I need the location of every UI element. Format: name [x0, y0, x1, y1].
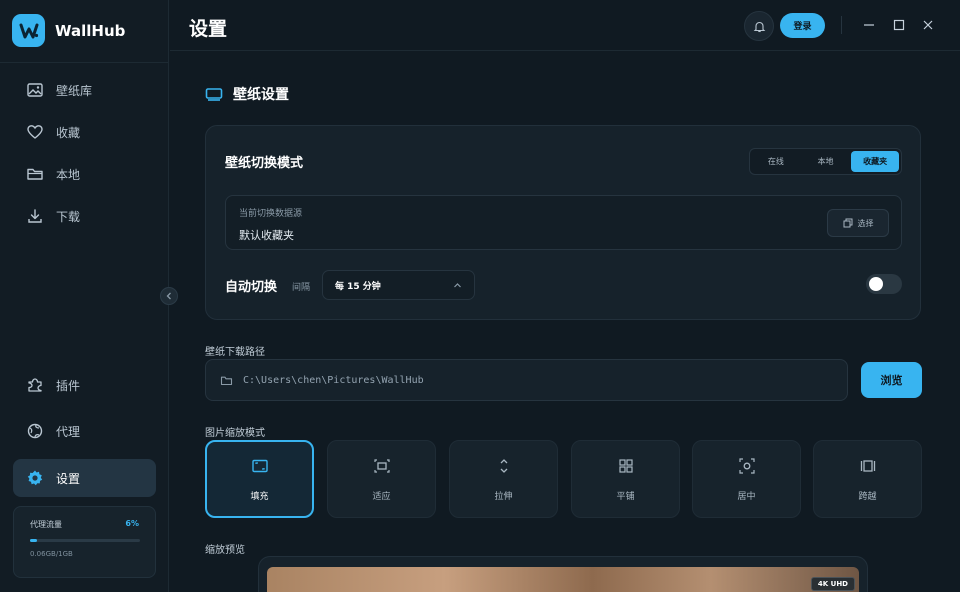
fit-icon: [373, 458, 390, 473]
divider: [841, 16, 842, 34]
download-icon: [28, 209, 42, 223]
scale-option-label: 居中: [737, 491, 756, 502]
sidebar-item-label: 设置: [56, 471, 81, 486]
scale-preview-frame: 4K UHD: [258, 556, 868, 592]
download-path-value: C:\Users\chen\Pictures\WallHub: [243, 374, 424, 386]
traffic-progress-fill: [30, 539, 37, 542]
folder-icon: [27, 168, 43, 180]
maximize-icon: [893, 19, 905, 31]
brand[interactable]: WallHub: [12, 14, 125, 47]
center-icon: [738, 457, 755, 474]
heart-icon: [27, 125, 43, 139]
sidebar-item-label: 收藏: [56, 125, 81, 140]
sidebar-item-plugins[interactable]: 插件: [13, 366, 156, 404]
wallpaper-settings-card: 壁纸切换模式 在线 本地 收藏夹 当前切换数据源 默认收藏夹 选择 自动切换 间…: [205, 125, 921, 320]
copy-icon: [843, 218, 852, 228]
sidebar-item-local[interactable]: 本地: [13, 155, 156, 193]
traffic-amount: 0.06GB/1GB: [30, 550, 73, 558]
auto-switch-toggle[interactable]: [866, 274, 902, 294]
switch-mode-favorites[interactable]: 收藏夹: [851, 151, 900, 172]
sidebar-item-label: 插件: [56, 378, 81, 393]
download-path-label: 壁纸下载路径: [205, 347, 265, 358]
preview-label: 缩放预览: [205, 545, 245, 556]
chevron-up-icon: [454, 282, 461, 287]
tile-icon: [618, 458, 633, 473]
data-source-box: 当前切换数据源 默认收藏夹 选择: [225, 195, 902, 250]
divider: [0, 62, 169, 63]
close-icon: [923, 20, 933, 30]
browse-button[interactable]: 浏览: [861, 362, 922, 398]
sidebar-item-label: 本地: [56, 167, 81, 182]
traffic-percent: 6%: [125, 519, 139, 528]
scale-option-tile[interactable]: 平铺: [571, 440, 680, 518]
scale-option-label: 平铺: [616, 491, 635, 502]
interval-value: 每 15 分钟: [335, 281, 381, 292]
notifications-button[interactable]: [744, 11, 774, 41]
sidebar-item-label: 代理: [56, 424, 81, 439]
sidebar-item-downloads[interactable]: 下载: [13, 197, 156, 235]
login-button[interactable]: 登录: [780, 13, 825, 38]
sidebar-item-proxy[interactable]: 代理: [13, 412, 156, 450]
wallhub-logo-icon: [12, 14, 45, 47]
switch-mode-label: 壁纸切换模式: [225, 156, 304, 171]
switch-mode-online[interactable]: 在线: [752, 151, 800, 172]
globe-icon: [27, 423, 43, 439]
section-header: 壁纸设置: [205, 84, 289, 104]
image-icon: [27, 83, 43, 97]
minimize-button[interactable]: [861, 17, 877, 33]
sidebar-item-label: 下载: [56, 209, 81, 224]
select-source-button[interactable]: 选择: [827, 209, 889, 237]
sidebar-item-label: 壁纸库: [56, 83, 93, 98]
sidebar: WallHub 壁纸库 收藏 本地 下载 插件 代理 设置 代理流量 6% 0.: [0, 0, 169, 592]
scale-option-label: 填充: [250, 491, 269, 502]
download-path-input[interactable]: C:\Users\chen\Pictures\WallHub: [205, 359, 848, 401]
scale-mode-label: 图片缩放模式: [205, 428, 265, 439]
stretch-icon: [500, 458, 507, 473]
data-source-caption: 当前切换数据源: [239, 209, 303, 219]
resolution-badge: 4K UHD: [810, 577, 855, 591]
select-source-label: 选择: [857, 218, 874, 228]
auto-switch-label: 自动切换: [225, 280, 278, 295]
gear-icon: [27, 470, 43, 486]
sidebar-item-wallpapers[interactable]: 壁纸库: [13, 71, 156, 109]
minimize-icon: [864, 24, 874, 26]
proxy-traffic-card: 代理流量 6% 0.06GB/1GB: [13, 506, 156, 578]
fill-icon: [251, 459, 268, 472]
interval-label: 间隔: [292, 283, 311, 293]
scale-option-stretch[interactable]: 拉伸: [449, 440, 558, 518]
traffic-label: 代理流量: [30, 520, 62, 529]
bell-icon: [753, 21, 765, 32]
sidebar-item-favorites[interactable]: 收藏: [13, 113, 156, 151]
folder-icon: [220, 376, 233, 385]
scale-option-label: 跨越: [858, 491, 877, 502]
switch-mode-segmented-control: 在线 本地 收藏夹: [749, 148, 902, 175]
switch-mode-local[interactable]: 本地: [802, 151, 850, 172]
scale-option-fit[interactable]: 适应: [327, 440, 436, 518]
preview-image: [267, 567, 859, 592]
scale-option-label: 适应: [372, 491, 391, 502]
scale-option-span[interactable]: 跨越: [813, 440, 922, 518]
monitor-icon: [205, 88, 223, 101]
toggle-knob: [869, 277, 883, 291]
close-button[interactable]: [920, 17, 936, 33]
scale-option-center[interactable]: 居中: [692, 440, 801, 518]
scale-option-fill[interactable]: 填充: [205, 440, 314, 518]
collapse-sidebar-button[interactable]: [160, 287, 178, 305]
puzzle-icon: [28, 378, 42, 392]
data-source-value: 默认收藏夹: [239, 229, 294, 242]
span-icon: [860, 459, 875, 472]
section-title: 壁纸设置: [233, 87, 289, 103]
traffic-progress-bar: [30, 539, 140, 542]
maximize-button[interactable]: [891, 17, 907, 33]
topbar: 设置 登录: [170, 0, 960, 51]
sidebar-item-settings[interactable]: 设置: [13, 459, 156, 497]
interval-select[interactable]: 每 15 分钟: [322, 270, 475, 300]
app-name: WallHub: [55, 21, 126, 40]
chevron-left-icon: [166, 292, 171, 300]
page-title: 设置: [189, 18, 228, 40]
scale-option-label: 拉伸: [494, 491, 513, 502]
